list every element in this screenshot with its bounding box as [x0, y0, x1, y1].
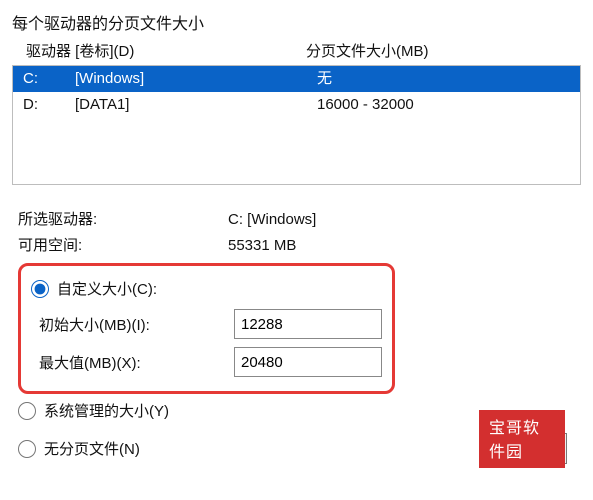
radio-custom-label: 自定义大小(C): — [57, 278, 157, 299]
drive-list[interactable]: C: [Windows] 无 D: [DATA1] 16000 - 32000 — [12, 65, 581, 185]
max-size-label: 最大值(MB)(X): — [39, 352, 220, 373]
drive-label: [Windows] — [75, 68, 317, 90]
radio-custom-size[interactable] — [31, 280, 49, 298]
free-space-label: 可用空间: — [18, 233, 228, 259]
selected-drive-value: C: [Windows] — [228, 207, 316, 233]
max-size-input[interactable] — [234, 347, 382, 377]
header-drive: 驱动器 [卷标](D) — [26, 40, 306, 61]
drive-row-c[interactable]: C: [Windows] 无 — [13, 66, 580, 92]
initial-size-input[interactable] — [234, 309, 382, 339]
header-size: 分页文件大小(MB) — [306, 40, 577, 61]
initial-size-label: 初始大小(MB)(I): — [39, 314, 220, 335]
selected-drive-label: 所选驱动器: — [18, 207, 228, 233]
drive-list-header: 驱动器 [卷标](D) 分页文件大小(MB) — [12, 40, 581, 65]
custom-size-highlight: 自定义大小(C): 初始大小(MB)(I): 最大值(MB)(X): — [18, 263, 395, 394]
drive-row-d[interactable]: D: [DATA1] 16000 - 32000 — [13, 92, 580, 118]
drive-label: [DATA1] — [75, 94, 317, 116]
watermark-badge: 宝哥软件园 — [479, 410, 565, 468]
radio-system-managed[interactable] — [18, 402, 36, 420]
drive-size: 16000 - 32000 — [317, 94, 576, 116]
drive-letter: C: — [23, 68, 75, 90]
drive-size: 无 — [317, 68, 576, 90]
section-caption: 每个驱动器的分页文件大小 — [12, 10, 581, 34]
radio-none-label: 无分页文件(N) — [44, 438, 140, 459]
radio-system-label: 系统管理的大小(Y) — [44, 400, 169, 421]
free-space-value: 55331 MB — [228, 233, 296, 259]
drive-letter: D: — [23, 94, 75, 116]
radio-no-pagefile[interactable] — [18, 440, 36, 458]
